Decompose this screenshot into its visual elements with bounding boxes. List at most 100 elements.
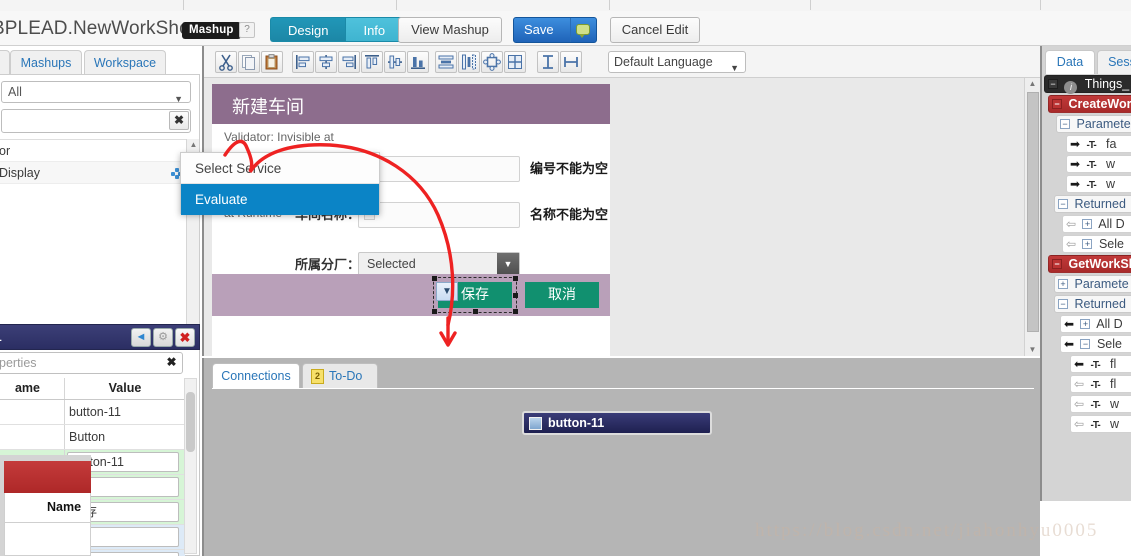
minus-box-icon[interactable]: − — [1048, 79, 1058, 89]
tab-design[interactable]: Design — [270, 17, 346, 42]
minus-box-icon[interactable]: − — [1080, 339, 1091, 349]
close-icon[interactable]: ✖ — [175, 328, 195, 347]
resize-handle[interactable] — [432, 309, 437, 314]
tab-session[interactable]: Sess — [1097, 50, 1131, 74]
scroll-down-icon[interactable]: ▼ — [1027, 344, 1038, 356]
view-mashup-button[interactable]: View Mashup — [398, 17, 502, 43]
align-right-icon[interactable] — [338, 51, 360, 73]
arrow-left-hollow-icon[interactable]: ⇦ — [1066, 216, 1079, 233]
tree-node-all-data[interactable]: ⇦ + All D — [1042, 214, 1131, 234]
align-top-icon[interactable] — [361, 51, 383, 73]
properties-search-input[interactable]: perties — [0, 352, 183, 374]
scrollbar-thumb[interactable] — [186, 392, 195, 452]
chevron-down-icon[interactable]: ▼ — [497, 253, 519, 276]
tree-node-returned-data[interactable]: − Returned — [1042, 194, 1131, 214]
cancel-edit-button[interactable]: Cancel Edit — [610, 17, 700, 43]
resize-handle[interactable] — [432, 276, 437, 281]
tab-connections[interactable]: Connections — [212, 363, 300, 389]
list-item[interactable]: or — [0, 140, 189, 162]
align-middle-icon[interactable] — [384, 51, 406, 73]
widget-category-select[interactable]: All ▼ — [1, 81, 191, 104]
minus-box-icon[interactable]: − — [1060, 119, 1070, 129]
canvas-vertical-scrollbar[interactable]: ▲ ▼ — [1024, 78, 1040, 356]
minus-box-icon[interactable]: − — [1058, 199, 1068, 209]
plus-box-icon[interactable]: + — [1080, 319, 1091, 329]
name-input[interactable] — [358, 202, 520, 228]
arrow-left-hollow-icon[interactable]: ⇦ — [1074, 416, 1087, 433]
properties-scrollbar[interactable] — [184, 378, 197, 554]
minus-box-icon[interactable]: − — [1052, 99, 1062, 109]
save-button[interactable]: Save — [513, 17, 597, 43]
arrow-left-hollow-icon[interactable]: ⇦ — [1074, 376, 1087, 393]
code-input[interactable] — [358, 156, 520, 182]
table-row[interactable]: Button — [0, 425, 185, 450]
clear-properties-search-icon[interactable]: ✖ — [162, 354, 181, 372]
align-left-icon[interactable] — [292, 51, 314, 73]
paste-icon[interactable] — [261, 51, 283, 73]
cut-icon[interactable] — [215, 51, 237, 73]
menu-item-evaluate[interactable]: Evaluate — [181, 184, 379, 215]
space-vertical-icon[interactable] — [537, 51, 559, 73]
resize-handle[interactable] — [513, 309, 518, 314]
list-item[interactable]: Display — [0, 162, 189, 184]
arrow-right-filled-icon[interactable]: ➡ — [1070, 156, 1083, 173]
arrow-left-filled-icon[interactable]: ⬅ — [1074, 356, 1087, 373]
form-cancel-button[interactable]: 取消 — [525, 282, 599, 308]
tree-node-selected-rows[interactable]: ⬅ − Sele — [1042, 334, 1131, 354]
minus-box-icon[interactable]: − — [1058, 299, 1068, 309]
tree-node-parameters[interactable]: + Paramete — [1042, 274, 1131, 294]
tree-node-all-data[interactable]: ⬅ + All D — [1042, 314, 1131, 334]
resize-handle[interactable] — [513, 293, 518, 298]
comment-icon[interactable] — [576, 24, 590, 38]
space-horizontal-icon[interactable] — [560, 51, 582, 73]
tab-todo[interactable]: 2 To-Do — [302, 363, 378, 389]
tree-node-returned-data[interactable]: − Returned — [1042, 294, 1131, 314]
widget-search-input[interactable] — [1, 109, 191, 133]
scroll-up-icon[interactable]: ▲ — [1027, 78, 1038, 90]
distribute-vertical-icon[interactable] — [458, 51, 480, 73]
tab-workspace[interactable]: Workspace — [84, 50, 166, 76]
plus-box-icon[interactable]: + — [1082, 239, 1093, 249]
select-service-header[interactable]: Select Service — [181, 153, 379, 184]
arrow-left-filled-icon[interactable]: ⬅ — [1064, 336, 1077, 353]
plus-box-icon[interactable]: + — [1082, 219, 1093, 229]
arrow-left-hollow-icon[interactable]: ⇦ — [1074, 396, 1087, 413]
plus-box-icon[interactable]: + — [1058, 279, 1068, 289]
resize-handle[interactable] — [513, 276, 518, 281]
language-select[interactable]: Default Language ▼ — [608, 51, 746, 73]
tree-node-field[interactable]: ⇦ -T- w — [1042, 394, 1131, 414]
tree-node-service[interactable]: − GetWorkSh — [1042, 254, 1131, 274]
grid-icon[interactable] — [504, 51, 526, 73]
tree-node-parameter[interactable]: ➡ -T- w — [1042, 174, 1131, 194]
tree-node-parameter[interactable]: ➡ -T- fa — [1042, 134, 1131, 154]
align-center-vertical-icon[interactable] — [315, 51, 337, 73]
tree-node-field[interactable]: ⇦ -T- fl — [1042, 374, 1131, 394]
minus-box-icon[interactable]: − — [1052, 259, 1062, 269]
clear-search-icon[interactable]: ✖ — [169, 111, 189, 130]
tree-node-parameter[interactable]: ➡ -T- w — [1042, 154, 1131, 174]
tree-node-thing[interactable]: − i Things_ — [1042, 74, 1131, 94]
table-row[interactable]: button-11 — [0, 400, 185, 425]
align-bottom-icon[interactable] — [407, 51, 429, 73]
scroll-up-icon[interactable]: ▲ — [188, 139, 199, 151]
resize-handle[interactable] — [473, 309, 478, 314]
distribute-horizontal-icon[interactable] — [435, 51, 457, 73]
arrow-left-hollow-icon[interactable]: ⇦ — [1066, 236, 1079, 253]
bind-icon[interactable]: ◄ — [131, 328, 151, 347]
tree-node-parameters[interactable]: − Paramete — [1042, 114, 1131, 134]
gear-icon[interactable]: ⚙ — [153, 328, 173, 347]
widget-menu-chevron-down-icon[interactable]: ▼ — [436, 282, 458, 301]
tree-node-field[interactable]: ⇦ -T- w — [1042, 414, 1131, 434]
tab-mashups[interactable]: Mashups — [10, 50, 82, 76]
connection-node-button-11[interactable]: button-11 — [522, 411, 712, 435]
arrow-right-filled-icon[interactable]: ➡ — [1070, 136, 1083, 153]
same-size-icon[interactable] — [481, 51, 503, 73]
tab-info[interactable]: Info — [345, 17, 404, 42]
copy-icon[interactable] — [238, 51, 260, 73]
arrow-right-filled-icon[interactable]: ➡ — [1070, 176, 1083, 193]
tree-node-selected-rows[interactable]: ⇦ + Sele — [1042, 234, 1131, 254]
tree-node-field[interactable]: ⬅ -T- fl — [1042, 354, 1131, 374]
tab-data[interactable]: Data — [1045, 50, 1095, 74]
arrow-left-filled-icon[interactable]: ⬅ — [1064, 316, 1077, 333]
scrollbar-thumb[interactable] — [1027, 92, 1039, 332]
